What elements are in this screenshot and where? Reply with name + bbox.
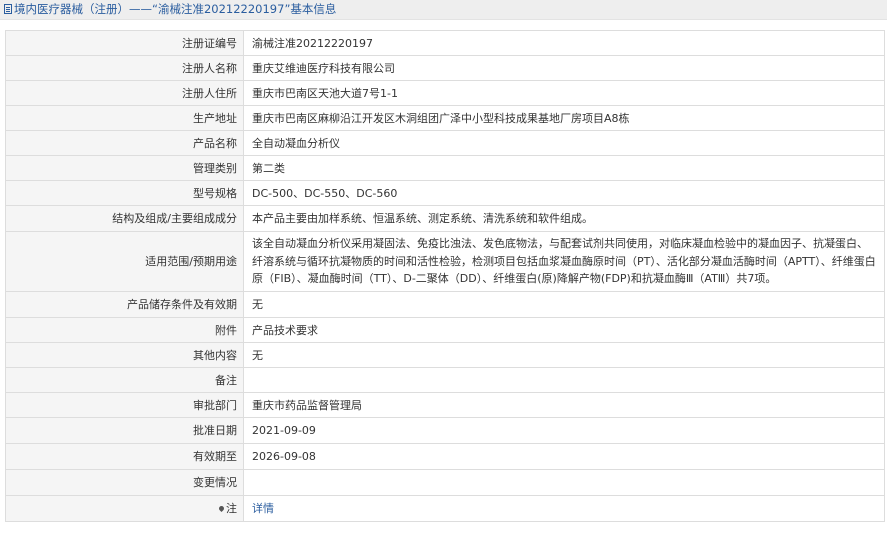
- row-value: 重庆市巴南区天池大道7号1-1: [243, 80, 885, 106]
- row-label: 注册证编号: [5, 30, 244, 56]
- row-label: 变更情况: [5, 469, 244, 496]
- row-label: 产品储存条件及有效期: [5, 291, 244, 318]
- detail-link[interactable]: 详情: [252, 502, 274, 515]
- info-table: 注册证编号 渝械注准20212220197 注册人名称 重庆艾维迪医疗科技有限公…: [5, 30, 885, 522]
- row-value: 重庆市药品监督管理局: [243, 392, 885, 418]
- row-value: 该全自动凝血分析仪采用凝固法、免疫比浊法、发色底物法，与配套试剂共同使用，对临床…: [243, 231, 885, 292]
- row-value: 全自动凝血分析仪: [243, 130, 885, 156]
- note-label: 注: [226, 502, 237, 515]
- table-row: 变更情况: [5, 469, 885, 496]
- row-label: 注册人名称: [5, 55, 244, 81]
- table-row: 其他内容 无: [5, 342, 885, 368]
- row-value: 第二类: [243, 155, 885, 181]
- row-label: 管理类别: [5, 155, 244, 181]
- page-title: 境内医疗器械（注册）——“渝械注准20212220197”基本信息: [14, 1, 337, 16]
- row-label: 结构及组成/主要组成成分: [5, 205, 244, 232]
- title-bar: 境内医疗器械（注册）——“渝械注准20212220197”基本信息: [0, 0, 887, 20]
- row-value: DC-500、DC-550、DC-560: [243, 180, 885, 206]
- table-row: 备注: [5, 367, 885, 393]
- row-value: 无: [243, 342, 885, 368]
- table-row: 产品名称 全自动凝血分析仪: [5, 130, 885, 156]
- row-label: 批准日期: [5, 417, 244, 444]
- row-label: 其他内容: [5, 342, 244, 368]
- pin-icon: [217, 504, 226, 513]
- row-label: 型号规格: [5, 180, 244, 206]
- table-row: 有效期至 2026-09-08: [5, 443, 885, 470]
- row-value: [243, 367, 885, 393]
- row-label: 有效期至: [5, 443, 244, 470]
- page-title-link[interactable]: 境内医疗器械（注册）——“渝械注准20212220197”基本信息: [4, 0, 336, 18]
- row-value: 重庆艾维迪医疗科技有限公司: [243, 55, 885, 81]
- row-label: 备注: [5, 367, 244, 393]
- document-icon: [4, 4, 12, 14]
- row-value: 本产品主要由加样系统、恒温系统、测定系统、清洗系统和软件组成。: [243, 205, 885, 232]
- row-label: 审批部门: [5, 392, 244, 418]
- note-row-value: 详情: [243, 495, 885, 522]
- row-value: 2021-09-09: [243, 417, 885, 444]
- table-row: 注 详情: [5, 495, 885, 522]
- row-value: [243, 469, 885, 496]
- row-value: 渝械注准20212220197: [243, 30, 885, 56]
- table-row: 管理类别 第二类: [5, 155, 885, 181]
- row-value: 产品技术要求: [243, 317, 885, 343]
- table-row: 批准日期 2021-09-09: [5, 417, 885, 444]
- table-row: 注册人名称 重庆艾维迪医疗科技有限公司: [5, 55, 885, 81]
- row-label: 附件: [5, 317, 244, 343]
- row-value: 无: [243, 291, 885, 318]
- table-row: 结构及组成/主要组成成分 本产品主要由加样系统、恒温系统、测定系统、清洗系统和软…: [5, 205, 885, 232]
- note-row-label: 注: [5, 495, 244, 522]
- row-label: 产品名称: [5, 130, 244, 156]
- table-row: 型号规格 DC-500、DC-550、DC-560: [5, 180, 885, 206]
- row-value: 2026-09-08: [243, 443, 885, 470]
- table-row: 注册证编号 渝械注准20212220197: [5, 30, 885, 56]
- row-label: 适用范围/预期用途: [5, 231, 244, 292]
- page: 境内医疗器械（注册）——“渝械注准20212220197”基本信息 注册证编号 …: [0, 0, 887, 537]
- table-row: 审批部门 重庆市药品监督管理局: [5, 392, 885, 418]
- table-row: 附件 产品技术要求: [5, 317, 885, 343]
- row-value: 重庆市巴南区麻柳沿江开发区木洞组团广泽中小型科技成果基地厂房项目A8栋: [243, 105, 885, 131]
- table-row: 产品储存条件及有效期 无: [5, 291, 885, 318]
- row-label: 生产地址: [5, 105, 244, 131]
- row-label: 注册人住所: [5, 80, 244, 106]
- table-row: 生产地址 重庆市巴南区麻柳沿江开发区木洞组团广泽中小型科技成果基地厂房项目A8栋: [5, 105, 885, 131]
- table-row: 适用范围/预期用途 该全自动凝血分析仪采用凝固法、免疫比浊法、发色底物法，与配套…: [5, 231, 885, 292]
- table-row: 注册人住所 重庆市巴南区天池大道7号1-1: [5, 80, 885, 106]
